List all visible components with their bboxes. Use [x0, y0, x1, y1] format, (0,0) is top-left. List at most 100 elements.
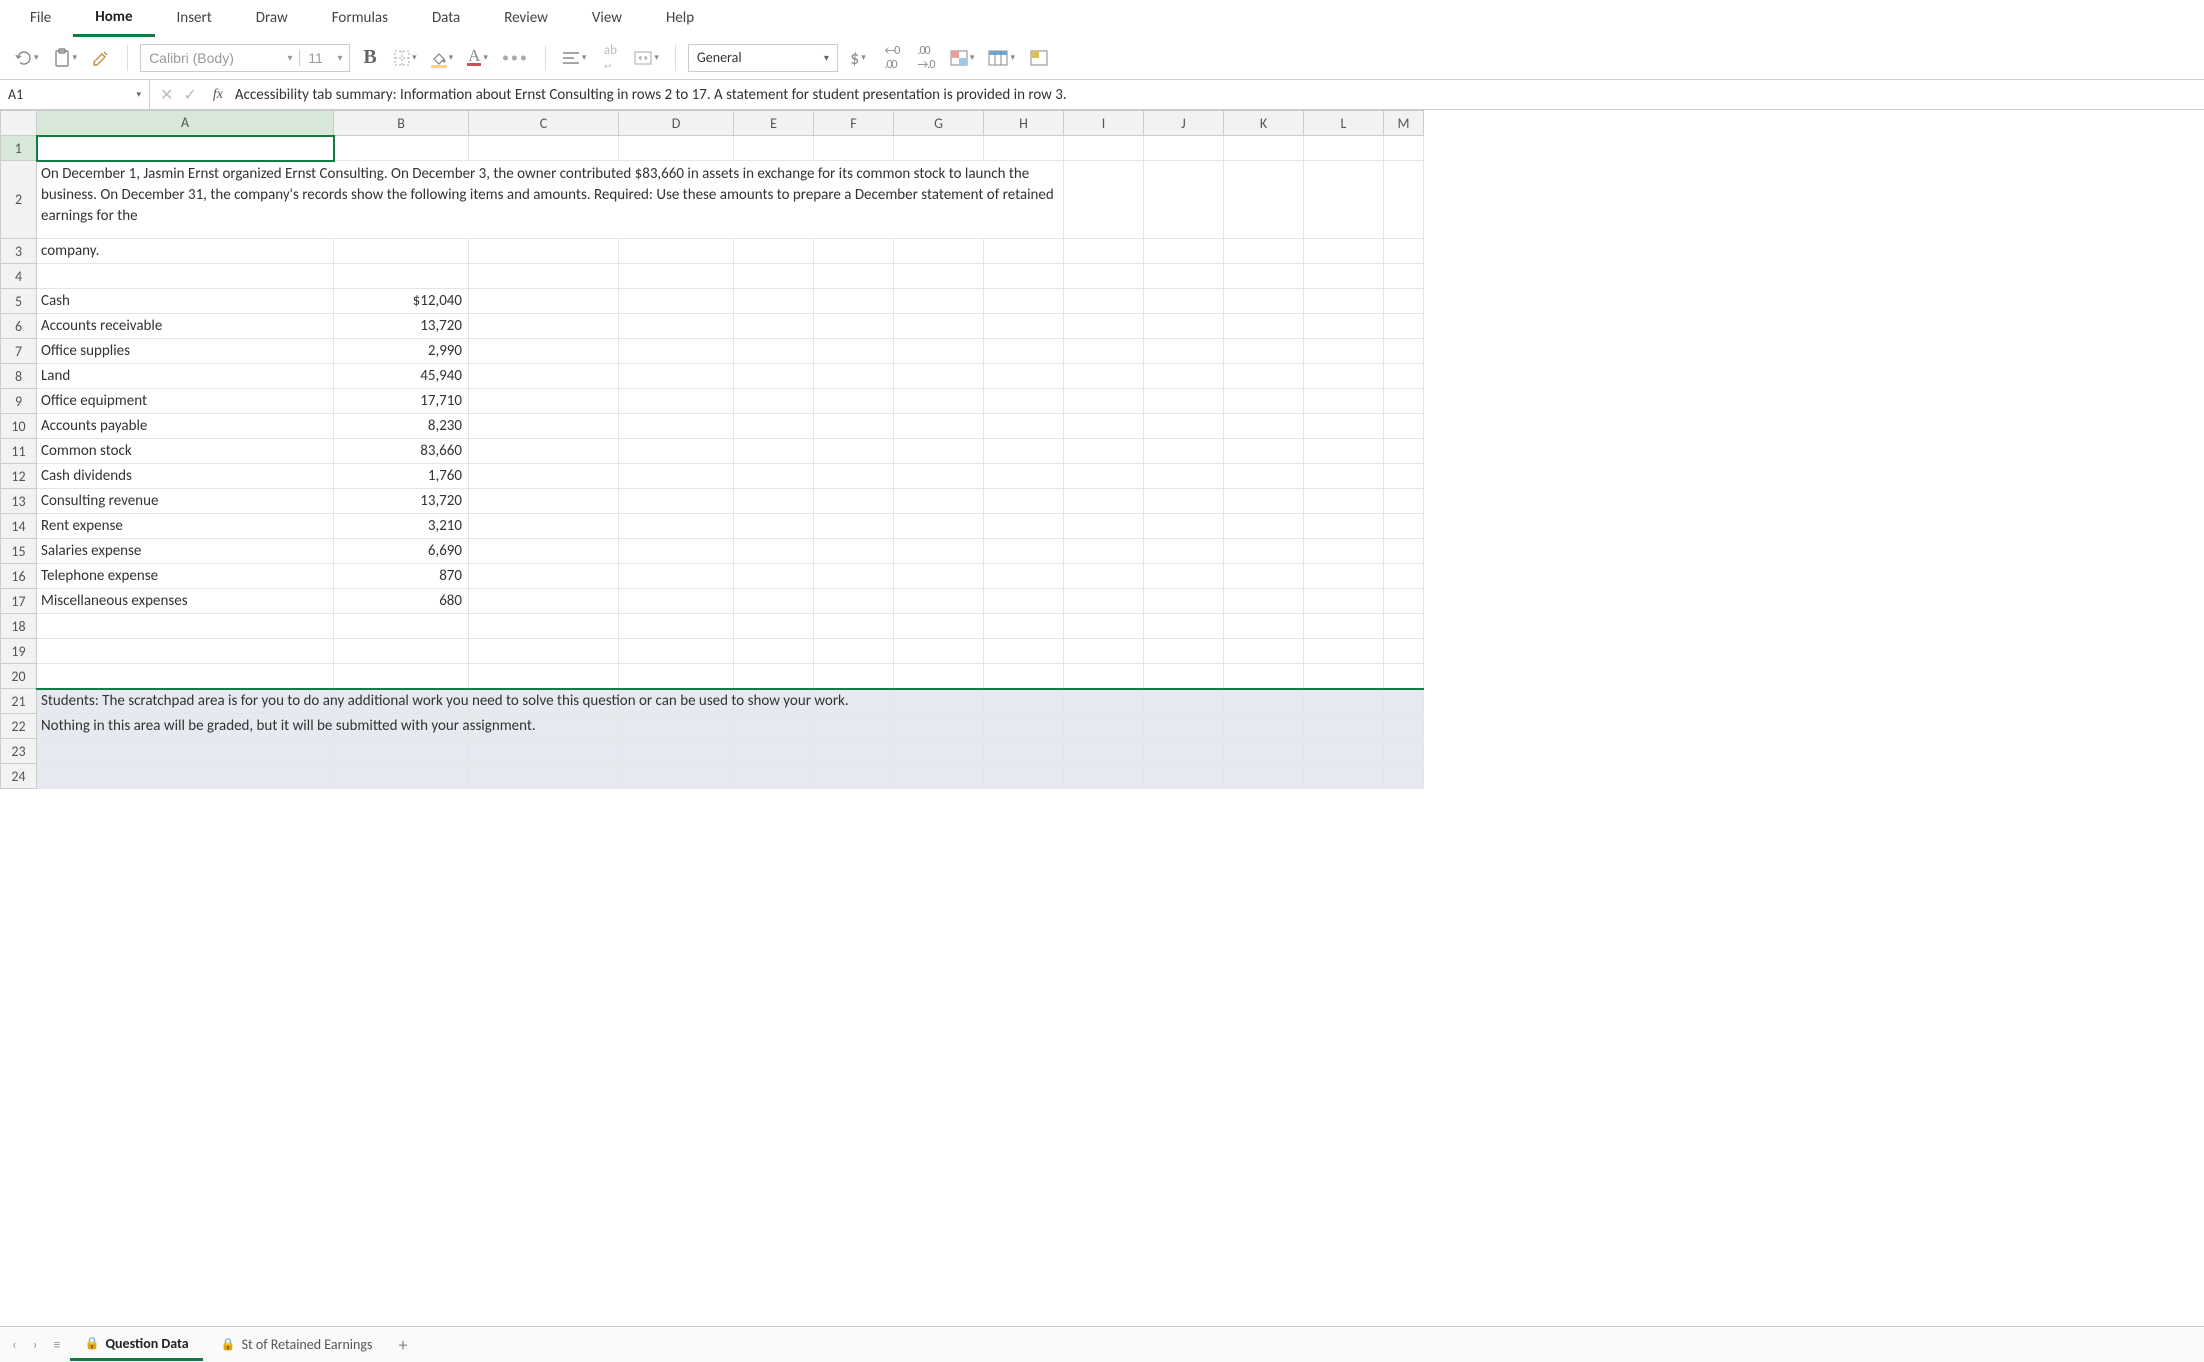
cell[interactable] [334, 614, 469, 639]
cell[interactable] [1064, 564, 1144, 589]
tab-list-button[interactable]: ≡ [48, 1332, 67, 1357]
cell[interactable] [1144, 414, 1224, 439]
cell-label[interactable]: Cash [37, 289, 334, 314]
cell[interactable] [984, 414, 1064, 439]
cell[interactable] [984, 639, 1064, 664]
menu-view[interactable]: View [570, 1, 644, 35]
row-header[interactable]: 4 [1, 264, 37, 289]
font-name-input[interactable] [141, 50, 281, 66]
cell[interactable] [1144, 339, 1224, 364]
cell[interactable] [814, 314, 894, 339]
cell[interactable] [1384, 389, 1424, 414]
cell[interactable] [1064, 339, 1144, 364]
cell[interactable] [894, 289, 984, 314]
cell[interactable] [619, 439, 734, 464]
cell-label[interactable]: Accounts payable [37, 414, 334, 439]
cell[interactable] [1064, 239, 1144, 264]
cell[interactable] [619, 239, 734, 264]
cell-value[interactable]: 680 [334, 589, 469, 614]
cell[interactable] [1224, 314, 1304, 339]
cell-value[interactable]: 870 [334, 564, 469, 589]
cell[interactable] [984, 514, 1064, 539]
cell-value[interactable]: 6,690 [334, 539, 469, 564]
cell[interactable] [1304, 714, 1384, 739]
cell[interactable] [1224, 489, 1304, 514]
cell[interactable] [734, 714, 814, 739]
cell[interactable] [1304, 389, 1384, 414]
cell[interactable] [814, 364, 894, 389]
cell[interactable] [1064, 161, 1144, 239]
cell[interactable] [619, 664, 734, 689]
cell-label[interactable]: Telephone expense [37, 564, 334, 589]
cell[interactable] [469, 289, 619, 314]
col-header-H[interactable]: H [984, 111, 1064, 136]
cell[interactable] [1064, 664, 1144, 689]
cell[interactable] [1144, 239, 1224, 264]
tab-nav-next[interactable]: › [27, 1332, 44, 1357]
cell[interactable] [469, 339, 619, 364]
cell[interactable] [469, 589, 619, 614]
cell[interactable] [984, 136, 1064, 161]
cell[interactable] [1144, 489, 1224, 514]
cell[interactable] [1144, 539, 1224, 564]
cell[interactable] [1064, 414, 1144, 439]
cell[interactable] [1064, 589, 1144, 614]
col-header-L[interactable]: L [1304, 111, 1384, 136]
cell-value[interactable]: 3,210 [334, 514, 469, 539]
cell[interactable] [469, 664, 619, 689]
tab-nav-prev[interactable]: ‹ [6, 1332, 23, 1357]
cell[interactable] [1224, 739, 1304, 764]
cell[interactable] [1064, 289, 1144, 314]
cell[interactable] [1384, 589, 1424, 614]
cell[interactable] [469, 136, 619, 161]
cell[interactable] [894, 489, 984, 514]
name-box[interactable]: A1 ▾ [0, 80, 150, 109]
menu-help[interactable]: Help [644, 1, 716, 35]
row-header[interactable]: 6 [1, 314, 37, 339]
cell[interactable] [1384, 239, 1424, 264]
cell[interactable] [469, 389, 619, 414]
cell[interactable] [984, 714, 1064, 739]
cell[interactable] [814, 414, 894, 439]
cell[interactable] [894, 264, 984, 289]
fx-icon[interactable]: fx [207, 87, 229, 103]
cell[interactable] [1064, 489, 1144, 514]
cell[interactable] [894, 364, 984, 389]
cell[interactable] [894, 689, 984, 714]
font-size-input[interactable] [299, 50, 331, 66]
cell[interactable] [1384, 614, 1424, 639]
row-header[interactable]: 20 [1, 664, 37, 689]
cell-value[interactable]: 13,720 [334, 314, 469, 339]
cell-label[interactable]: Consulting revenue [37, 489, 334, 514]
menu-insert[interactable]: Insert [155, 1, 234, 35]
cell[interactable] [1384, 539, 1424, 564]
cell[interactable] [734, 764, 814, 789]
cell[interactable] [1304, 414, 1384, 439]
cell[interactable] [1064, 389, 1144, 414]
col-header-D[interactable]: D [619, 111, 734, 136]
cell[interactable] [1384, 664, 1424, 689]
row-header[interactable]: 1 [1, 136, 37, 161]
cell[interactable] [984, 664, 1064, 689]
cell[interactable] [1304, 614, 1384, 639]
cell[interactable] [619, 739, 734, 764]
cell[interactable] [1384, 514, 1424, 539]
cell[interactable] [469, 489, 619, 514]
cell[interactable] [1144, 389, 1224, 414]
cell[interactable] [1224, 664, 1304, 689]
sheet-tab-question-data[interactable]: 🔒 Question Data [70, 1329, 202, 1361]
cell[interactable] [1304, 489, 1384, 514]
cell[interactable] [619, 464, 734, 489]
font-picker[interactable]: ▾ ▾ [140, 44, 350, 72]
cell[interactable] [1224, 714, 1304, 739]
cell[interactable] [894, 239, 984, 264]
cell[interactable] [1304, 289, 1384, 314]
row-header[interactable]: 5 [1, 289, 37, 314]
cell[interactable] [1224, 264, 1304, 289]
cell-value[interactable]: 8,230 [334, 414, 469, 439]
cell[interactable] [1304, 539, 1384, 564]
cell[interactable] [1224, 136, 1304, 161]
cell[interactable] [334, 739, 469, 764]
cell[interactable] [1064, 364, 1144, 389]
conditional-format-button[interactable]: ▾ [946, 44, 979, 72]
